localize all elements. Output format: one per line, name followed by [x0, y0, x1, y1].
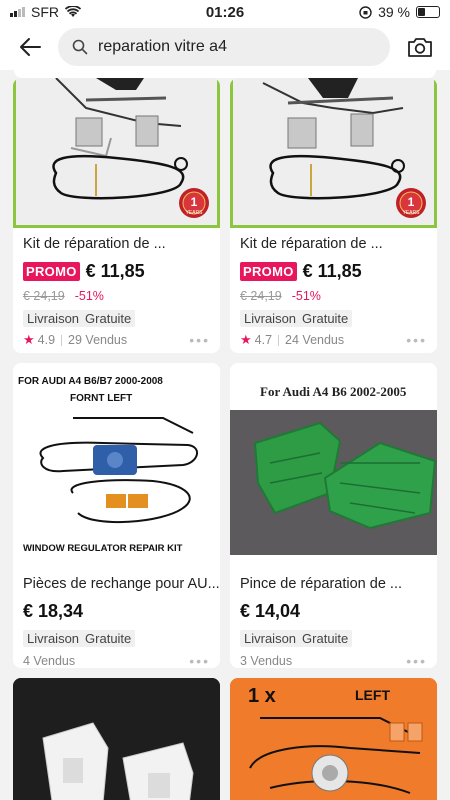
search-input[interactable] [98, 38, 376, 56]
window-regulator-kit-image: 1 x LEFT [230, 678, 437, 800]
back-arrow-icon [20, 38, 41, 56]
more-options-icon[interactable]: ••• [189, 653, 210, 668]
sold-count: 24 Vendus [285, 333, 345, 347]
product-card[interactable]: 1 YEARS Kit de réparation de ... PROMO €… [13, 78, 220, 353]
image-caption-top: For Audi A4 B6 2002-2005 [260, 384, 407, 399]
image-caption-quantity: 1 x [248, 685, 276, 707]
original-price: € 24,19 [23, 289, 65, 303]
camera-icon [408, 38, 432, 57]
warranty-badge-text: YEARS [186, 210, 204, 216]
more-options-icon[interactable]: ••• [406, 332, 427, 348]
image-caption-sub: FORNT LEFT [70, 393, 132, 404]
product-card[interactable]: FOR AUDI A4 B6/B7 2000-2008 FORNT LEFT W… [13, 363, 220, 668]
window-clip-kit-image: For Audi A4 B6 2002-2005 [230, 363, 437, 565]
free-shipping-tag: Livraison Gratuite [23, 630, 136, 647]
free-shipping-tag: Livraison Gratuite [23, 310, 136, 327]
product-price: € 18,34 [23, 601, 84, 621]
search-icon [72, 39, 88, 55]
star-icon: ★ [240, 332, 252, 347]
product-title[interactable]: Pièces de rechange pour AU... [13, 576, 220, 592]
more-options-icon[interactable]: ••• [189, 332, 210, 348]
signal-icon [10, 7, 25, 17]
warranty-badge-text: YEARS [403, 210, 421, 216]
warranty-badge-number: 1 [408, 195, 415, 209]
product-image[interactable]: FOR AUDI A4 B6/B7 2000-2008 FORNT LEFT W… [13, 363, 220, 565]
product-image[interactable]: 1 x LEFT [230, 678, 437, 800]
free-shipping-tag: Livraison Gratuite [240, 630, 353, 647]
battery-icon [416, 6, 440, 18]
star-icon: ★ [23, 332, 35, 347]
product-price: € 11,85 [85, 261, 145, 281]
orientation-lock-icon [359, 5, 372, 19]
product-image[interactable]: For Audi A4 B6 2002-2005 [230, 363, 437, 565]
more-options-icon[interactable]: ••• [406, 653, 427, 668]
discount-label: -51% [74, 289, 104, 303]
product-image[interactable]: 1 YEARS [13, 78, 220, 228]
product-title[interactable]: Pince de réparation de ... [230, 576, 437, 592]
original-price: € 24,19 [240, 289, 282, 303]
sold-count: 29 Vendus [68, 333, 128, 347]
product-card[interactable]: For Audi A4 B6 2002-2005 Pince de répara… [230, 363, 437, 668]
rating-value: 4.7 [254, 333, 273, 347]
window-regulator-kit-image: FOR AUDI A4 B6/B7 2000-2008 FORNT LEFT W… [13, 363, 220, 565]
carrier-label: SFR [31, 4, 59, 20]
image-caption-top: FOR AUDI A4 B6/B7 2000-2008 [18, 376, 163, 387]
product-price: € 14,04 [240, 601, 301, 621]
status-bar: SFR 01:26 39 % [0, 0, 450, 24]
product-price: € 11,85 [302, 261, 362, 281]
search-header [0, 24, 450, 70]
wifi-icon [65, 6, 81, 17]
product-grid: 1 YEARS Kit de réparation de ... PROMO €… [13, 78, 437, 800]
white-clips-image [13, 678, 220, 800]
product-card[interactable]: 1 YEARS Kit de réparation de ... PROMO €… [230, 78, 437, 353]
filter-bar-edge [14, 70, 436, 78]
status-time: 01:26 [205, 3, 245, 21]
window-regulator-kit-image: 1 YEARS [16, 78, 217, 225]
product-title[interactable]: Kit de réparation de ... [230, 236, 437, 252]
image-search-button[interactable] [402, 29, 438, 65]
sold-count: 4 Vendus [23, 654, 76, 668]
product-card[interactable] [13, 678, 220, 800]
product-card[interactable]: 1 x LEFT [230, 678, 437, 800]
search-bar[interactable] [58, 28, 390, 66]
warranty-badge-number: 1 [191, 195, 198, 209]
window-regulator-kit-image: 1 YEARS [233, 78, 434, 225]
discount-label: -51% [291, 289, 321, 303]
image-caption-side: LEFT [355, 687, 390, 703]
promo-badge: PROMO [23, 262, 80, 281]
back-button[interactable] [12, 29, 48, 65]
free-shipping-tag: Livraison Gratuite [240, 310, 353, 327]
sold-count: 3 Vendus [240, 654, 293, 668]
product-image[interactable] [13, 678, 220, 800]
rating-value: 4.9 [37, 333, 56, 347]
product-title[interactable]: Kit de réparation de ... [13, 236, 220, 252]
battery-percent: 39 % [378, 4, 410, 20]
product-image[interactable]: 1 YEARS [230, 78, 437, 228]
image-caption-bottom: WINDOW REGULATOR REPAIR KIT [23, 543, 183, 554]
promo-badge: PROMO [240, 262, 297, 281]
